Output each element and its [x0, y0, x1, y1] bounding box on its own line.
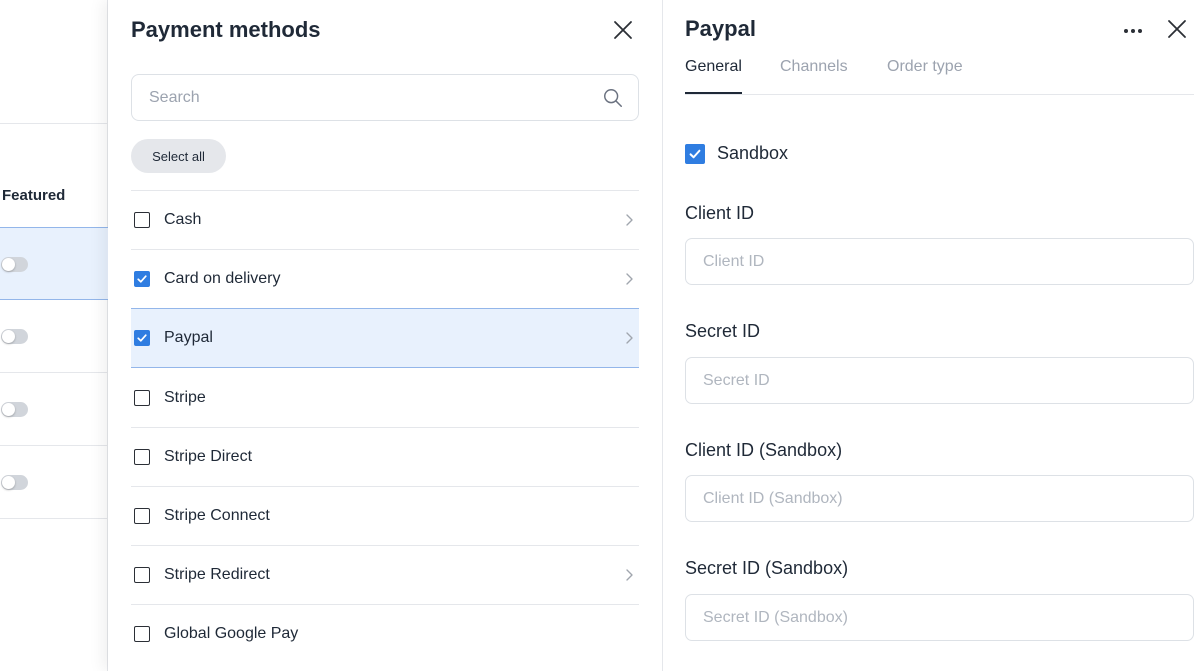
paypal-detail-panel: Paypal General Channels Order type Sandb… [663, 0, 1200, 671]
client-id-sandbox-field[interactable] [685, 475, 1194, 522]
payment-method-checkbox[interactable] [134, 330, 150, 346]
client-id-field[interactable] [685, 238, 1194, 285]
secret-id-sandbox-field[interactable] [685, 594, 1194, 641]
featured-toggle[interactable] [1, 402, 28, 417]
more-horizontal-icon [1124, 29, 1142, 33]
secret-id-sandbox-input[interactable] [703, 607, 1173, 629]
close-icon [614, 21, 632, 39]
payment-method-label: Stripe [164, 388, 206, 406]
checkbox[interactable] [685, 143, 705, 164]
payment-method-item[interactable]: Stripe Direct [131, 427, 639, 486]
payment-method-checkbox[interactable] [134, 212, 150, 228]
featured-toggle[interactable] [1, 257, 28, 272]
payment-method-checkbox[interactable] [134, 449, 150, 465]
sandbox-checkbox[interactable]: Sandbox [685, 143, 788, 164]
payment-methods-panel: Payment methods Select all Cash Card on d… [108, 0, 663, 671]
payment-method-item[interactable]: Cash [131, 190, 639, 249]
sandbox-label: Sandbox [717, 143, 789, 163]
background-table-row[interactable] [0, 373, 108, 446]
chevron-right-icon[interactable] [621, 212, 637, 228]
payment-method-label: Paypal [164, 329, 213, 346]
payment-method-item[interactable]: Stripe Redirect [131, 545, 639, 604]
search-input[interactable] [149, 87, 589, 109]
chevron-right-icon[interactable] [621, 271, 637, 287]
search-field[interactable] [131, 74, 639, 121]
secret-id-sandbox-label: Secret ID (Sandbox) [685, 558, 849, 578]
more-options-button[interactable] [1121, 20, 1145, 40]
payment-method-item[interactable]: Global Google Pay [131, 604, 639, 663]
payment-method-checkbox[interactable] [134, 271, 150, 287]
payment-methods-list: Cash Card on delivery Paypal Stripe Stripe D… [131, 190, 639, 663]
payment-method-label: Stripe Direct [164, 448, 253, 465]
tab-channels[interactable]: Channels [780, 58, 848, 94]
payment-method-label: Stripe Connect [164, 507, 270, 524]
client-id-sandbox-input[interactable] [703, 488, 1173, 510]
tab-general[interactable]: General [685, 58, 742, 94]
client-id-sandbox-label: Client ID (Sandbox) [685, 440, 843, 460]
featured-toggle[interactable] [1, 475, 28, 490]
payment-method-label: Global Google Pay [164, 625, 299, 642]
detail-title: Paypal [685, 16, 756, 41]
payment-method-item[interactable]: Card on delivery [131, 249, 639, 308]
client-id-input[interactable] [703, 251, 1173, 273]
featured-toggle[interactable] [1, 329, 28, 344]
select-all-button[interactable]: Select all [131, 139, 226, 173]
chevron-right-icon[interactable] [621, 330, 637, 346]
background-table-row[interactable] [0, 227, 108, 300]
payment-method-checkbox[interactable] [134, 626, 150, 642]
close-icon [1168, 20, 1186, 38]
search-icon[interactable] [602, 87, 624, 109]
secret-id-label: Secret ID [685, 321, 761, 341]
check-icon [137, 334, 147, 342]
payment-method-item[interactable]: Stripe [131, 368, 639, 427]
featured-column-header: Featured [2, 187, 66, 204]
payment-method-label: Card on delivery [164, 270, 281, 287]
panel-title: Payment methods [131, 17, 321, 42]
payment-method-checkbox[interactable] [134, 389, 150, 406]
secret-id-input[interactable] [703, 370, 1173, 392]
divider [0, 123, 108, 124]
chevron-right-icon[interactable] [621, 567, 637, 583]
background-table-row[interactable] [0, 300, 108, 373]
background-page: Featured [0, 0, 108, 671]
payment-method-item[interactable]: Stripe Connect [131, 486, 639, 545]
payment-method-label: Cash [164, 211, 202, 228]
close-detail-button[interactable] [1165, 17, 1189, 41]
background-table-row[interactable] [0, 446, 108, 519]
payment-method-checkbox[interactable] [134, 567, 150, 583]
client-id-label: Client ID [685, 203, 755, 223]
detail-tabs: General Channels Order type [685, 58, 1194, 95]
tab-order-type[interactable]: Order type [887, 58, 963, 94]
close-payment-methods-button[interactable] [611, 18, 635, 42]
check-icon [137, 275, 147, 283]
payment-method-checkbox[interactable] [134, 508, 150, 524]
payment-method-label: Stripe Redirect [164, 566, 270, 583]
secret-id-field[interactable] [685, 357, 1194, 404]
check-icon [689, 149, 701, 158]
payment-method-item[interactable]: Paypal [131, 308, 639, 368]
